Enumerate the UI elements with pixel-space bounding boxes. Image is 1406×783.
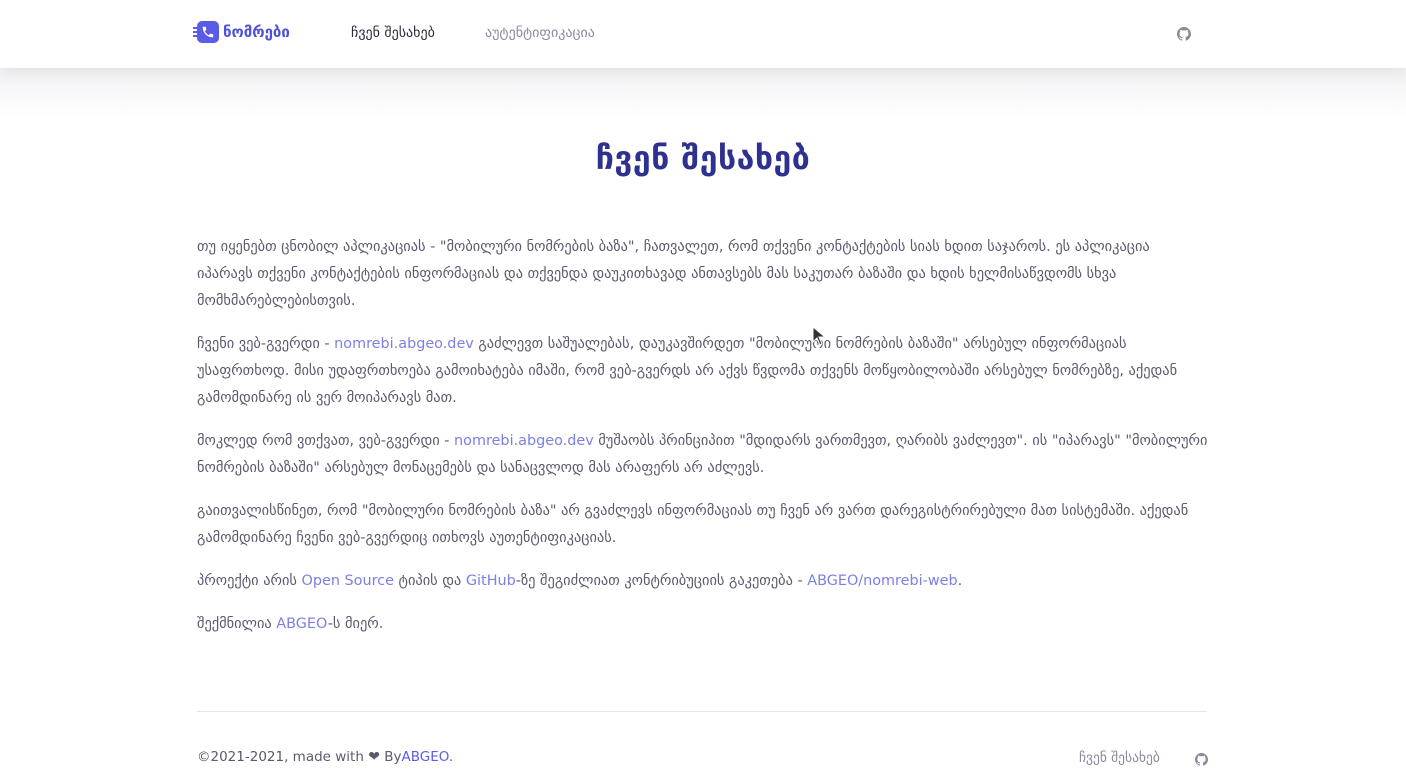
nav-link-authentication[interactable]: აუტენტიფიკაცია xyxy=(485,25,595,42)
footer-author-link[interactable]: ABGEO xyxy=(401,749,448,765)
nav-link-about[interactable]: ჩვენ შესახებ xyxy=(351,25,435,42)
website-link[interactable]: nomrebi.abgeo.dev xyxy=(334,336,474,352)
top-navbar: ნომრები ჩვენ შესახებ აუტენტიფიკაცია xyxy=(0,0,1406,68)
paragraph-note: გაითვალისწინეთ, რომ "მობილური ნომრების ბ… xyxy=(197,503,1189,546)
footer-divider xyxy=(197,711,1207,712)
logo-text: ნომრები xyxy=(223,23,290,41)
paragraph-principle: მოკლედ რომ ვთქვათ, ვებ-გვერდი - nomrebi.… xyxy=(197,433,1208,476)
paragraph-website: ჩვენი ვებ-გვერდი - nomrebi.abgeo.dev გაძ… xyxy=(197,336,1178,406)
github-link[interactable]: GitHub xyxy=(466,573,516,589)
paragraph-open-source: პროექტი არის Open Source ტიპის და GitHub… xyxy=(197,573,963,589)
logo-link[interactable]: ნომრები xyxy=(193,21,290,43)
paragraph-author: შექმნილია ABGEO-ს მიერ. xyxy=(197,616,384,632)
page-title: ჩვენ შესახებ xyxy=(595,139,811,177)
phone-icon xyxy=(193,21,219,43)
mouse-cursor-icon xyxy=(812,325,827,350)
header-shade xyxy=(0,68,1406,118)
about-content: თუ იყენებთ ცნობილ აპლიკაციას - "მობილური… xyxy=(197,234,1209,654)
footer-copyright: ©2021-2021, made with ❤ ByABGEO. xyxy=(197,749,454,765)
paragraph-intro: თუ იყენებთ ცნობილ აპლიკაციას - "მობილური… xyxy=(197,239,1150,309)
heart-icon: ❤ xyxy=(368,749,380,765)
github-icon[interactable] xyxy=(1177,26,1191,45)
footer-github-icon[interactable] xyxy=(1195,751,1208,770)
author-link[interactable]: ABGEO xyxy=(276,616,327,632)
footer-link-about[interactable]: ჩვენ შესახებ xyxy=(1079,749,1160,767)
open-source-link[interactable]: Open Source xyxy=(302,573,394,589)
website-link-2[interactable]: nomrebi.abgeo.dev xyxy=(454,433,594,449)
repository-link[interactable]: ABGEO/nomrebi-web xyxy=(807,573,957,589)
